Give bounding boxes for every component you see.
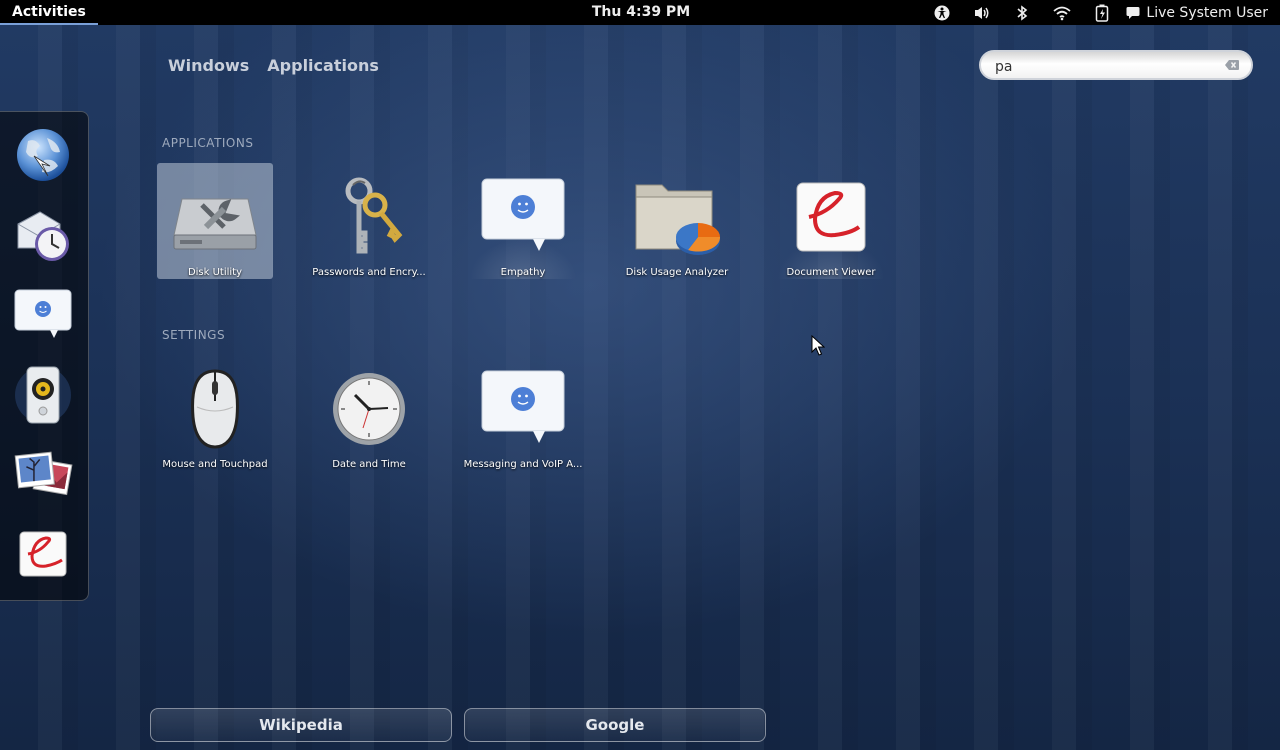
user-name: Live System User xyxy=(1146,4,1268,21)
view-selector: Windows Applications xyxy=(168,56,379,75)
mouse-pointer-icon xyxy=(811,335,825,356)
app-passwords[interactable]: Passwords and Encry... xyxy=(311,163,427,279)
mouse-icon xyxy=(191,369,239,449)
app-document-viewer[interactable]: Document Viewer xyxy=(773,163,889,279)
app-label: Document Viewer xyxy=(786,267,876,278)
app-disk-utility[interactable]: Disk Utility xyxy=(157,163,273,279)
empathy-icon xyxy=(14,289,72,338)
applications-heading: APPLICATIONS xyxy=(162,136,254,150)
settings-heading: SETTINGS xyxy=(162,328,226,342)
clear-search-icon[interactable] xyxy=(1225,60,1239,70)
battery-icon[interactable] xyxy=(1082,0,1122,25)
volume-icon[interactable] xyxy=(962,0,1002,25)
system-tray: Live System User xyxy=(922,0,1280,25)
document-viewer-icon xyxy=(19,531,67,577)
chat-bubble-icon xyxy=(481,178,565,251)
evolution-mail-icon xyxy=(17,211,69,261)
setting-label: Date and Time xyxy=(332,459,406,470)
app-label: Passwords and Encry... xyxy=(312,267,426,278)
dash-item-shotwell[interactable] xyxy=(12,442,74,508)
accessibility-icon[interactable] xyxy=(922,0,962,25)
keys-icon xyxy=(345,177,403,254)
search-input[interactable] xyxy=(993,56,1217,78)
dash-item-mail[interactable] xyxy=(12,202,74,268)
disk-utility-icon xyxy=(173,198,257,250)
setting-messaging-voip[interactable]: Messaging and VoIP A... xyxy=(463,355,583,471)
rhythmbox-icon xyxy=(15,366,71,424)
setting-mouse-touchpad[interactable]: Mouse and Touchpad xyxy=(157,355,273,471)
chat-status-icon xyxy=(1126,6,1140,19)
setting-label: Mouse and Touchpad xyxy=(162,459,268,470)
bluetooth-icon[interactable] xyxy=(1002,0,1042,25)
shotwell-icon xyxy=(14,451,73,496)
dash-item-web-browser[interactable] xyxy=(12,122,74,188)
clock[interactable]: Thu 4:39 PM xyxy=(580,0,702,25)
disk-usage-icon xyxy=(635,184,721,255)
app-label: Disk Utility xyxy=(187,267,243,278)
chat-bubble-icon xyxy=(481,370,565,443)
top-bar: Activities Thu 4:39 PM Live System User xyxy=(0,0,1280,25)
wikipedia-search-button[interactable]: Wikipedia xyxy=(150,708,452,742)
dash-item-rhythmbox[interactable] xyxy=(12,362,74,428)
app-label: Disk Usage Analyzer xyxy=(625,267,729,278)
app-disk-usage-analyzer[interactable]: Disk Usage Analyzer xyxy=(619,163,735,279)
setting-date-time[interactable]: Date and Time xyxy=(311,355,427,471)
app-empathy[interactable]: Empathy xyxy=(465,163,581,279)
dash xyxy=(0,111,89,601)
wifi-icon[interactable] xyxy=(1042,0,1082,25)
user-menu[interactable]: Live System User xyxy=(1122,5,1280,21)
app-label: Empathy xyxy=(500,267,546,278)
search-box xyxy=(979,50,1253,80)
web-browser-icon xyxy=(17,129,69,181)
activities-button[interactable]: Activities xyxy=(0,0,98,25)
clock-icon xyxy=(333,373,405,445)
tab-applications[interactable]: Applications xyxy=(267,56,379,75)
google-search-button[interactable]: Google xyxy=(464,708,766,742)
dash-item-document-viewer[interactable] xyxy=(12,522,74,588)
document-viewer-icon xyxy=(796,182,866,252)
setting-label: Messaging and VoIP A... xyxy=(463,459,583,470)
tab-windows[interactable]: Windows xyxy=(168,56,249,75)
dash-item-empathy[interactable] xyxy=(12,282,74,348)
